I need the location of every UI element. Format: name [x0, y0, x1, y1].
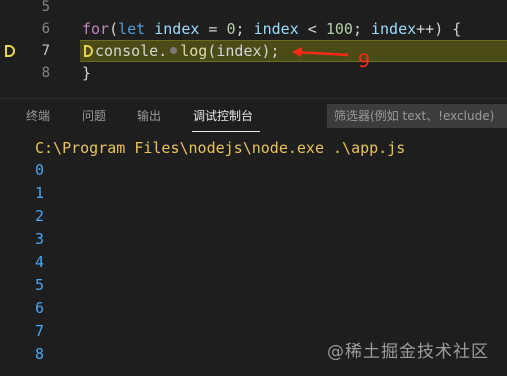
line-gutter[interactable]: 7 [0, 40, 62, 62]
code-line[interactable]: 8 } [0, 62, 507, 84]
active-tab-indicator [192, 131, 260, 132]
operator: = [199, 20, 227, 38]
filter-input[interactable] [328, 105, 507, 127]
arguments: (index); [207, 42, 280, 60]
line-gutter[interactable]: 6 [0, 18, 62, 40]
console-line: 6 [35, 299, 45, 317]
paren: ( [109, 20, 119, 38]
keyword-let: let [118, 20, 146, 38]
variable: index [154, 20, 200, 38]
inline-breakpoint-dot-icon[interactable] [170, 47, 178, 54]
filter-box[interactable] [327, 104, 507, 128]
console-line: 1 [35, 184, 45, 202]
debug-console-output: C:\Program Files\nodejs\node.exe .\app.j… [35, 137, 405, 366]
tab-problems[interactable]: 问题 [82, 108, 106, 124]
line-number: 6 [41, 21, 50, 37]
code-text: for(let index = 0; index < 100; index++)… [82, 18, 461, 40]
code-text: } [82, 64, 92, 82]
breakpoint-icon[interactable] [5, 45, 15, 57]
line-number: 7 [41, 43, 50, 59]
separator: ; [235, 20, 254, 38]
console-line: 4 [35, 253, 45, 271]
keyword-for: for [82, 20, 110, 38]
tab-debug-console[interactable]: 调试控制台 [193, 108, 253, 124]
red-arrow-icon [292, 47, 349, 57]
code-editor[interactable]: 5 6 for(let index = 0; index < 100; inde… [0, 0, 507, 88]
code-line-current[interactable]: 7 console. log(index); [0, 40, 507, 62]
operator: ++) { [416, 20, 462, 38]
console-line: 3 [35, 230, 45, 248]
code-line[interactable]: 5 [0, 0, 507, 18]
line-gutter[interactable]: 5 [0, 0, 62, 18]
operator: < [298, 20, 326, 38]
code-text: console. log(index); [84, 40, 280, 62]
console-line: 5 [35, 276, 45, 294]
variable: index [253, 20, 299, 38]
function-name: log [180, 42, 208, 60]
line-number: 5 [41, 0, 50, 15]
line-number: 8 [41, 65, 50, 81]
watermark: @稀土掘金技术社区 [327, 342, 489, 362]
variable: index [371, 20, 417, 38]
console-line: 2 [35, 207, 45, 225]
inline-breakpoint-icon[interactable] [84, 45, 93, 57]
number-literal: 0 [226, 20, 236, 38]
number-literal: 100 [325, 20, 353, 38]
launch-command: C:\Program Files\nodejs\node.exe .\app.j… [35, 139, 406, 157]
tab-terminal[interactable]: 终端 [26, 108, 50, 124]
annotation-number: 9 [358, 50, 371, 72]
line-gutter[interactable]: 8 [0, 62, 62, 84]
console-line: 0 [35, 161, 45, 179]
object-name: console. [95, 42, 168, 60]
code-line[interactable]: 6 for(let index = 0; index < 100; index+… [0, 18, 507, 40]
separator: ; [352, 20, 371, 38]
panel-tabs: 终端 问题 输出 调试控制台 [0, 99, 507, 133]
bottom-panel: 终端 问题 输出 调试控制台 C:\Program Files\nodejs\n… [0, 98, 507, 376]
tab-output[interactable]: 输出 [137, 108, 161, 124]
